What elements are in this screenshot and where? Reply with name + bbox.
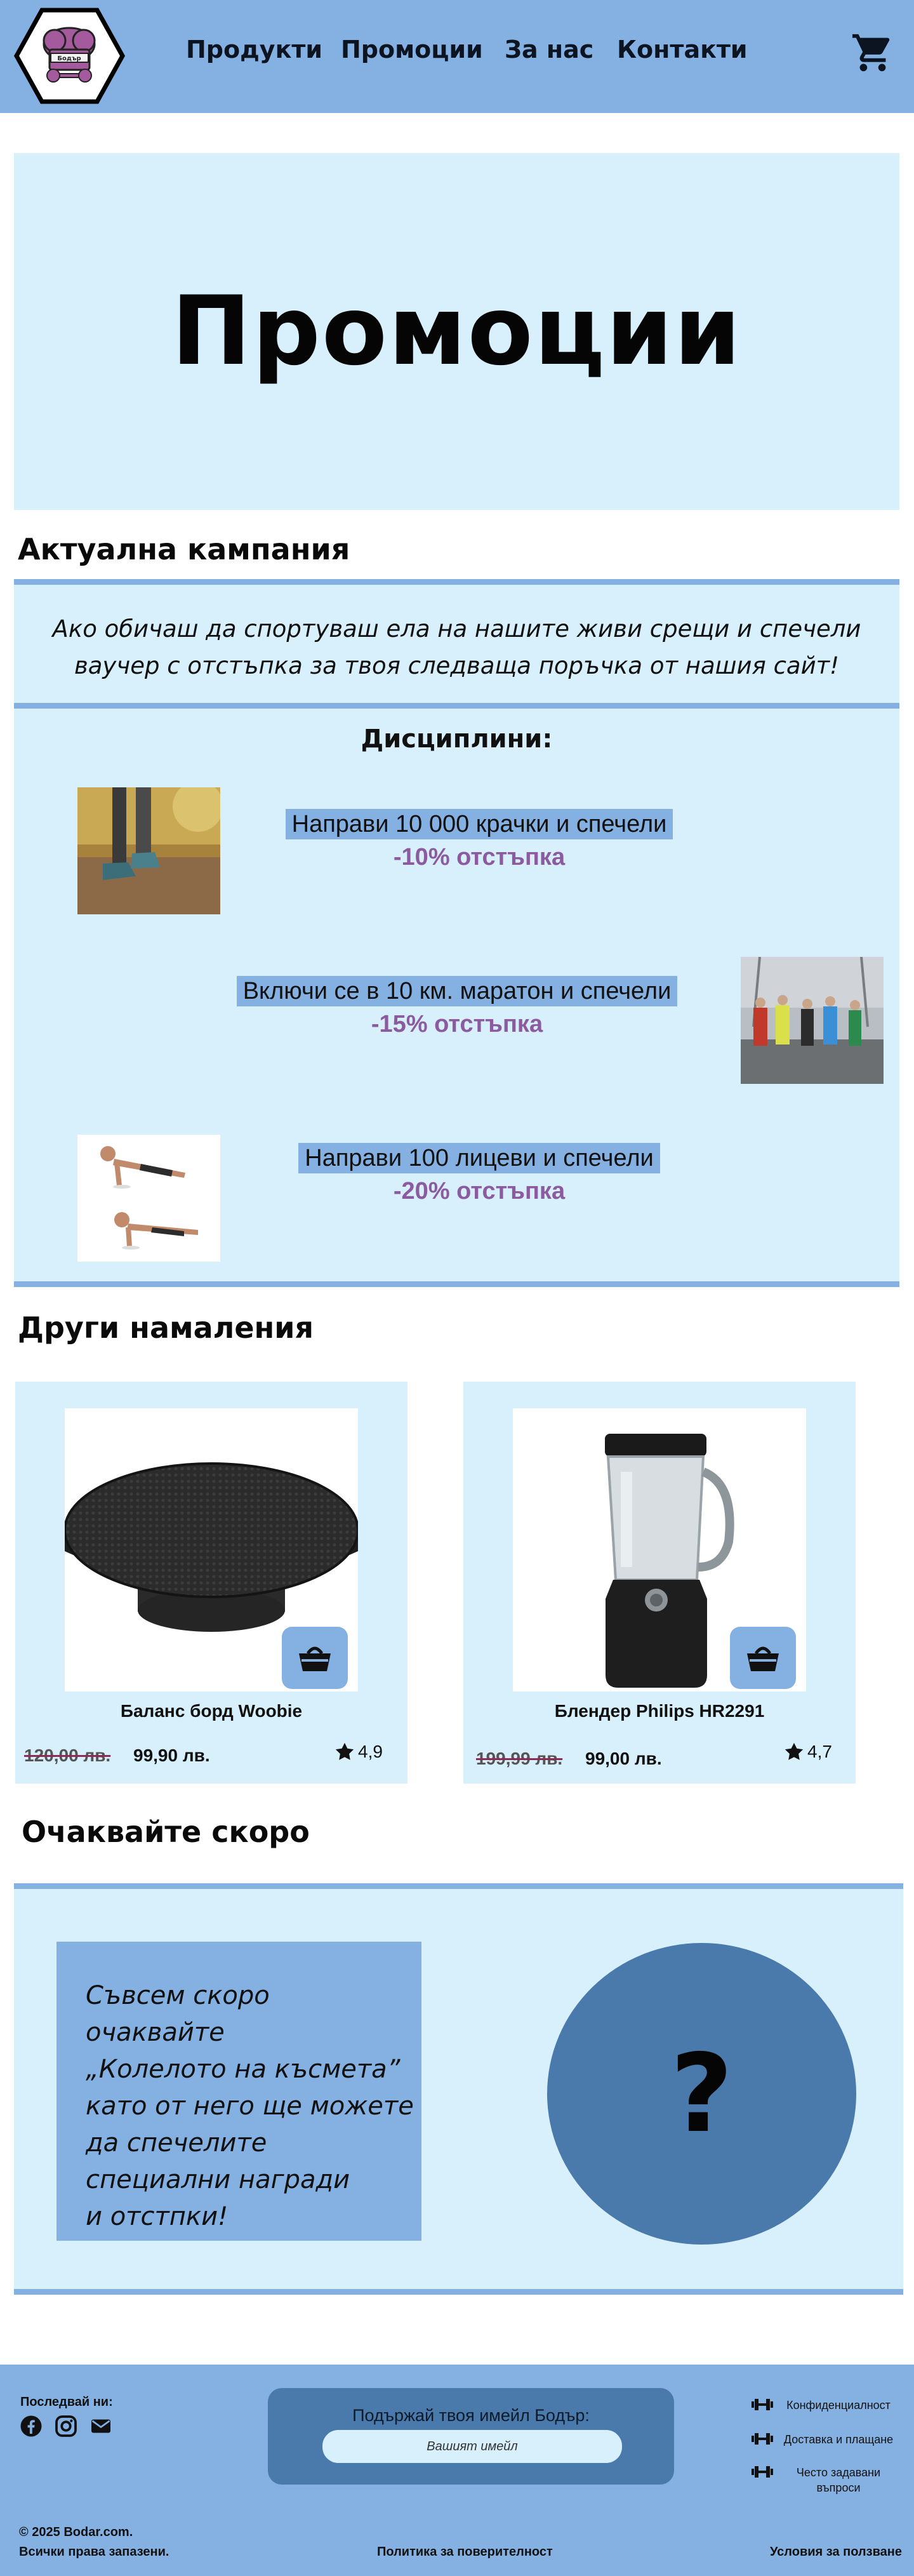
- offers-heading: Други намаления: [18, 1311, 314, 1345]
- hero-banner: Промоции: [14, 153, 899, 510]
- copyright-line-2: Всички права запазени.: [19, 2545, 169, 2559]
- dumbbell-icon: [752, 2399, 773, 2410]
- question-mark: ?: [670, 2031, 733, 2157]
- footer-link-label: Често задавани въпроси: [796, 2466, 881, 2494]
- divider: [14, 1281, 899, 1287]
- product-rating: 4,9: [334, 1741, 383, 1763]
- task-discount: -15% отстъпка: [371, 1011, 543, 1038]
- marathon-photo: [741, 957, 884, 1084]
- product-rating: 4,7: [783, 1741, 832, 1763]
- disciplines-title: Дисциплини:: [361, 724, 553, 754]
- task-pushups: Направи 100 лицеви и спечели -20% отстъп…: [241, 1143, 717, 1209]
- copyright-line-1: © 2025 Bodar.com.: [19, 2525, 133, 2539]
- task-label: Включи се в 10 км. маратон и спечели: [236, 976, 678, 1006]
- instagram-icon[interactable]: [55, 2415, 77, 2438]
- newsletter-box: Подържай твоя имейл Бодър:: [268, 2388, 674, 2485]
- campaign-intro-line-1: Ако обичаш да спортуваш ела на нашите жи…: [52, 615, 861, 643]
- footer-link-label: Доставка и плащане: [783, 2433, 894, 2446]
- footer-link-label: Конфиденциалност: [786, 2399, 891, 2412]
- product-name[interactable]: Блендер Philips HR2291: [463, 1701, 856, 1721]
- coming-soon-text: Съвсем скоро очаквайте „Колелото на късм…: [86, 1981, 414, 2231]
- basket-icon: [747, 1646, 779, 1671]
- new-price: 99,90 лв.: [133, 1745, 210, 1765]
- star-icon: [785, 1742, 804, 1760]
- task-marathon: Включи се в 10 км. маратон и спечели -15…: [203, 976, 711, 1042]
- terms-link[interactable]: Условия за ползване: [770, 2545, 902, 2559]
- campaign-intro-line-2: ваучер с отстъпка за твоя следваща поръч…: [74, 652, 840, 679]
- footer-link-privacy[interactable]: Конфиденциалност: [750, 2398, 897, 2413]
- basket-icon: [299, 1646, 331, 1671]
- nav-promotions[interactable]: Промоции: [341, 36, 483, 63]
- rating-value: 4,7: [807, 1742, 832, 1761]
- follow-label: Последвай ни:: [20, 2395, 113, 2409]
- product-name[interactable]: Баланс борд Woobie: [15, 1701, 407, 1721]
- divider: [14, 1883, 903, 1889]
- pushups-photo: [77, 1135, 220, 1262]
- add-to-cart-button[interactable]: [730, 1627, 796, 1689]
- nav-contacts[interactable]: Контакти: [617, 36, 748, 63]
- product-card[interactable]: Блендер Philips HR2291 199,99 лв. 99,00 …: [463, 1382, 856, 1784]
- dumbbell-icon: [752, 2433, 773, 2445]
- divider: [14, 579, 899, 585]
- divider: [14, 2289, 903, 2295]
- page-title: Промоции: [171, 276, 742, 387]
- old-price: 199,99 лв.: [476, 1749, 563, 1768]
- fortune-wheel[interactable]: ?: [547, 1943, 856, 2245]
- logo-text: Бодър: [57, 55, 81, 62]
- campaign-intro: Ако обичаш да спортуваш ела на нашите жи…: [14, 611, 899, 684]
- task-discount: -10% отстъпка: [393, 844, 566, 871]
- divider: [14, 703, 899, 709]
- footer-link-faq[interactable]: Често задавани въпроси: [750, 2465, 897, 2495]
- facebook-icon[interactable]: [20, 2415, 43, 2438]
- nav-products[interactable]: Продукти: [186, 36, 322, 63]
- new-price: 99,00 лв.: [585, 1749, 662, 1768]
- nav-about[interactable]: За нас: [505, 36, 593, 63]
- task-discount: -20% отстъпка: [393, 1178, 566, 1205]
- rating-value: 4,9: [358, 1742, 383, 1761]
- star-icon: [335, 1742, 354, 1760]
- task-label: Направи 100 лицеви и спечели: [298, 1143, 660, 1173]
- privacy-policy-link[interactable]: Политика за поверителност: [377, 2545, 553, 2559]
- task-steps: Направи 10 000 крачки и спечели -10% отс…: [241, 809, 717, 875]
- coming-soon-heading: Очаквайте скоро: [22, 1815, 310, 1849]
- coming-soon-card: Съвсем скоро очаквайте „Колелото на късм…: [56, 1942, 421, 2241]
- email-icon[interactable]: [89, 2415, 113, 2438]
- cart-icon[interactable]: [851, 30, 895, 75]
- dumbbell-icon: [752, 2466, 773, 2478]
- add-to-cart-button[interactable]: [282, 1627, 348, 1689]
- footer-link-delivery[interactable]: Доставка и плащане: [750, 2432, 897, 2447]
- campaign-heading: Актуална кампания: [18, 532, 350, 566]
- task-label: Направи 10 000 крачки и спечели: [285, 809, 673, 839]
- product-card[interactable]: Баланс борд Woobie 120,00 лв. 99,90 лв. …: [15, 1382, 407, 1784]
- old-price: 120,00 лв.: [24, 1745, 111, 1765]
- logo[interactable]: Бодър: [13, 8, 126, 104]
- newsletter-label: Подържай твоя имейл Бодър:: [352, 2406, 590, 2425]
- email-field[interactable]: [322, 2430, 622, 2463]
- walking-photo: [77, 787, 220, 914]
